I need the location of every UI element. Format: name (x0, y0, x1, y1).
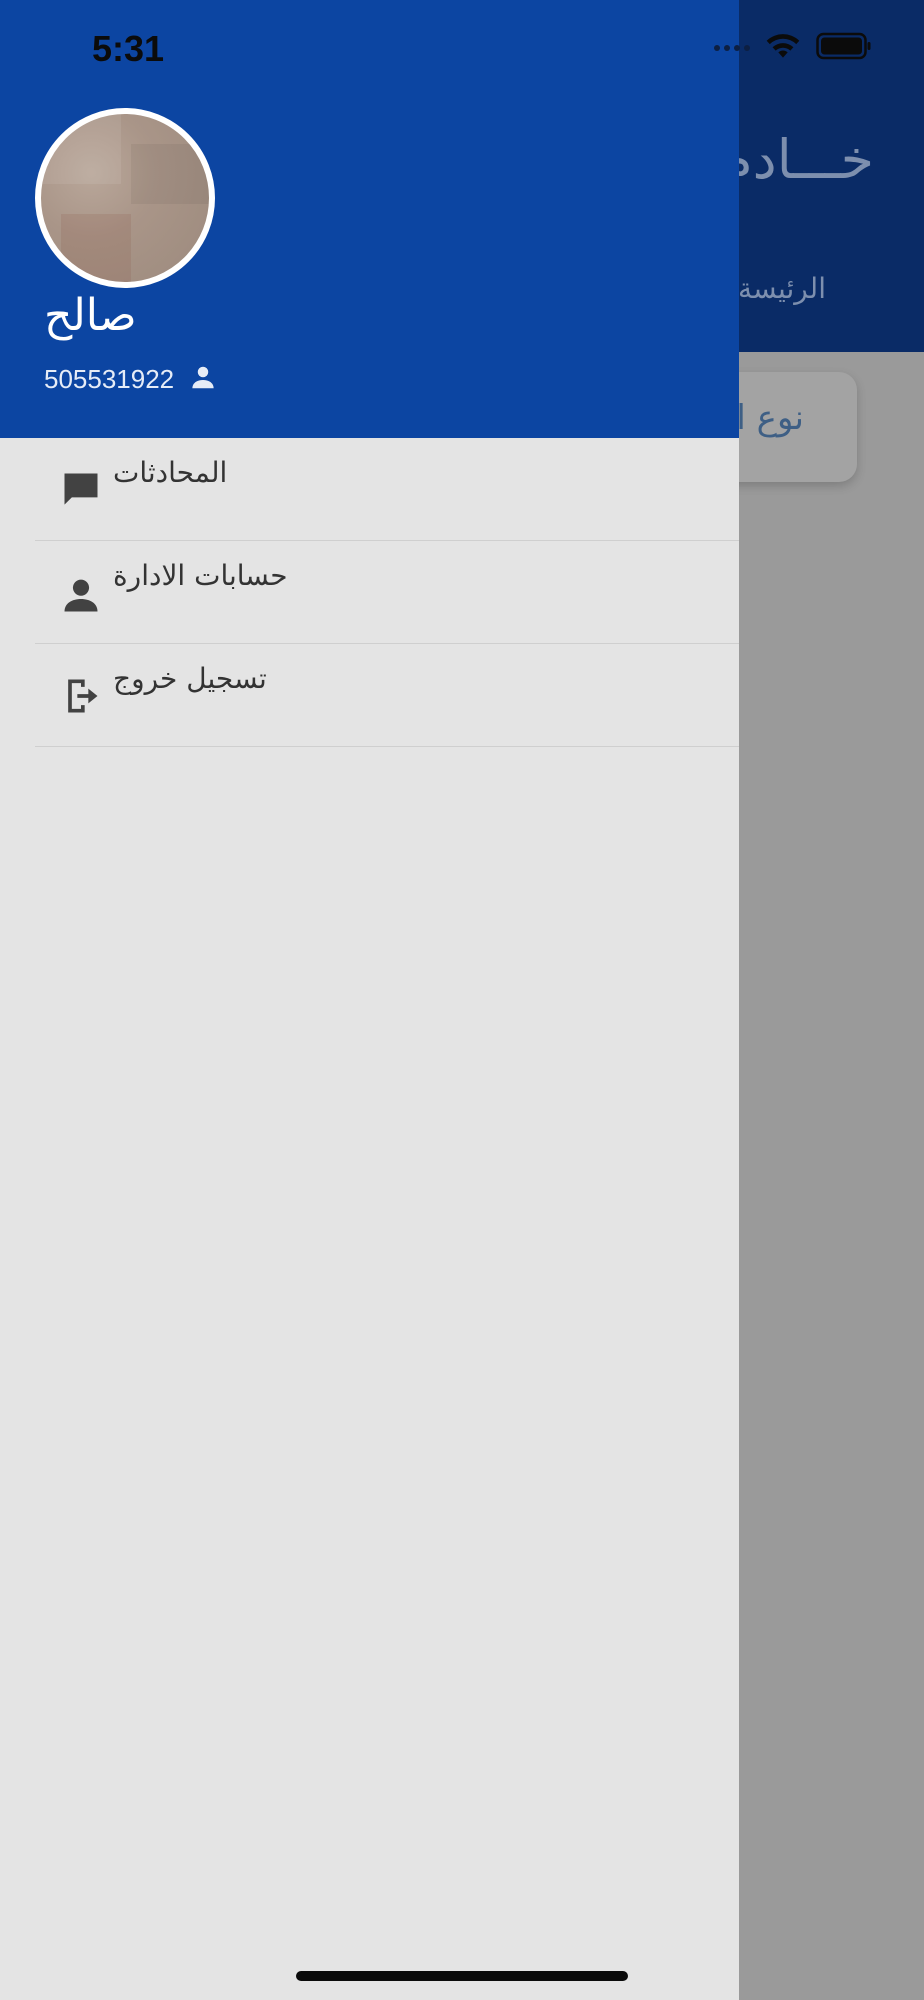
menu-item-chats[interactable]: المحادثات (35, 438, 739, 541)
person-icon (59, 573, 103, 617)
person-icon (188, 362, 218, 396)
user-phone: 505531922 (44, 363, 175, 394)
phone-row: 505531922 (44, 362, 218, 396)
home-indicator (296, 1971, 628, 1981)
user-name: صالح (44, 290, 137, 341)
wifi-icon (764, 32, 802, 64)
signal-icon (714, 45, 750, 51)
menu-label-admin-accounts: حسابات الادارة (113, 559, 288, 592)
avatar[interactable] (35, 108, 215, 288)
navigation-drawer: صالح 505531922 المحادثات حسابات الادارة … (0, 0, 739, 2000)
battery-icon (816, 32, 872, 64)
status-time: 5:31 (92, 28, 165, 69)
menu-item-logout[interactable]: تسجيل خروج (35, 644, 739, 747)
chat-icon (59, 468, 103, 512)
background-tab-home: الرئيسة (738, 272, 826, 305)
logout-icon (59, 674, 103, 718)
menu-label-chats: المحادثات (113, 456, 228, 489)
status-icons (714, 32, 872, 64)
background-app-title: خـــادم (719, 128, 874, 191)
menu-label-logout: تسجيل خروج (113, 662, 267, 695)
background-card-label: نوع ا (736, 398, 804, 438)
menu-item-admin-accounts[interactable]: حسابات الادارة (35, 541, 739, 644)
